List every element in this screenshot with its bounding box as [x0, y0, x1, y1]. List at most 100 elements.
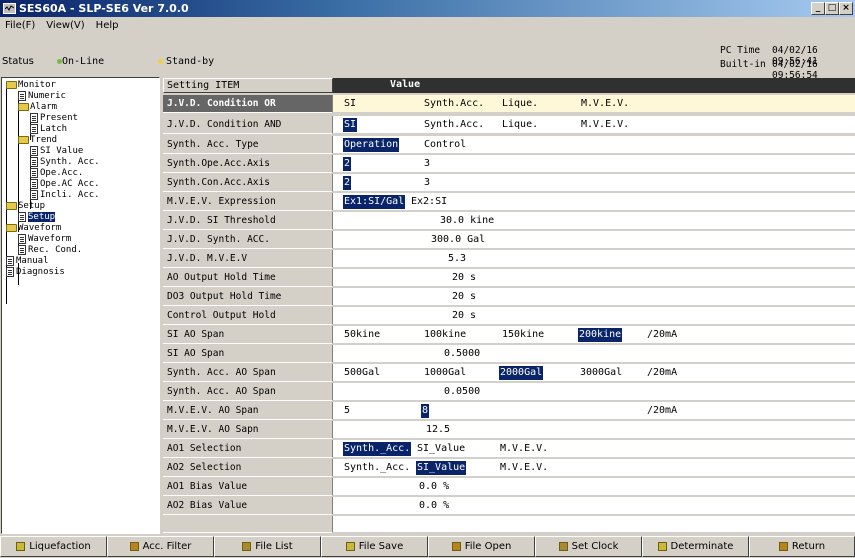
menu-file[interactable]: File(F) [0, 20, 41, 31]
tree-item-numeric[interactable]: Numeric [18, 90, 66, 101]
grid-row[interactable]: SI AO Span 0.5000 [163, 345, 855, 363]
f5-file-open-button[interactable]: File Open [428, 536, 535, 557]
grid-row[interactable]: Synth. Acc. AO Span 500Gal 1000Gal 2000G… [163, 364, 855, 382]
value-cell-selected[interactable]: 8 [421, 404, 430, 418]
option-cell[interactable]: M.V.E.V. [499, 442, 549, 456]
grid-row[interactable]: J.V.D. M.V.E.V 5.3 [163, 250, 855, 268]
option-cell-selected[interactable]: SI [343, 118, 358, 132]
option-cell[interactable]: 50kine [343, 328, 381, 342]
grid-row[interactable]: M.V.E.V. AO Span 5 8 /20mA [163, 402, 855, 420]
tree-item-rec-cond[interactable]: Rec. Cond. [18, 244, 82, 255]
option-cell[interactable]: 1000Gal [423, 366, 467, 380]
menu-view[interactable]: View(V) [41, 20, 90, 31]
tree-item-manual[interactable]: Manual [6, 255, 49, 266]
value-cell[interactable]: 0.0 % [418, 499, 450, 513]
tree-item-setup[interactable]: Setup [6, 200, 45, 211]
grid-row[interactable]: Synth.Con.Acc.Axis 2 3 [163, 174, 855, 192]
option-cell[interactable]: Synth.Acc. [423, 118, 485, 132]
value-cell[interactable]: 5.3 [447, 252, 467, 266]
tree-item-latch[interactable]: Latch [30, 123, 67, 134]
f3-file-list-button[interactable]: File List [214, 536, 321, 557]
f4-file-save-button[interactable]: File Save [321, 536, 428, 557]
grid-row[interactable]: AO Output Hold Time 20 s [163, 269, 855, 287]
option-cell[interactable]: 3 [423, 176, 431, 190]
grid-row[interactable]: Synth.Ope.Acc.Axis 2 3 [163, 155, 855, 173]
value-cell[interactable]: 0.0 % [418, 480, 450, 494]
value-cell[interactable]: 300.0 Gal [430, 233, 486, 247]
option-cell[interactable]: SI_Value [416, 442, 466, 456]
option-cell[interactable]: 150kine [501, 328, 545, 342]
value-cell[interactable]: 20 s [451, 309, 477, 323]
f6-set-clock-button[interactable]: Set Clock [535, 536, 642, 557]
option-cell[interactable]: M.V.E.V. [580, 118, 630, 132]
option-cell[interactable]: Lique. [501, 97, 539, 111]
option-cell[interactable]: M.V.E.V. [580, 97, 630, 111]
option-cell[interactable]: Synth.Acc. [423, 97, 485, 111]
grid-row[interactable]: J.V.D. Condition OR SI Synth.Acc. Lique.… [163, 95, 855, 113]
option-cell[interactable]: Synth._Acc. [343, 461, 411, 475]
value-cell[interactable]: 20 s [451, 271, 477, 285]
grid-row[interactable]: Synth. Acc. AO Span 0.0500 [163, 383, 855, 401]
option-cell[interactable]: SI [343, 97, 357, 111]
option-cell[interactable]: 500Gal [343, 366, 381, 380]
tree-item-ope-acc[interactable]: Ope.Acc. [30, 167, 83, 178]
grid-row[interactable]: M.V.E.V. AO Sapn 12.5 [163, 421, 855, 439]
grid-row[interactable]: M.V.E.V. Expression Ex1:SI/Gal Ex2:SI [163, 193, 855, 211]
tree-item-waveform[interactable]: Waveform [6, 222, 61, 233]
tree-item-waveform-child[interactable]: Waveform [18, 233, 71, 244]
tree-item-monitor[interactable]: Monitor [6, 79, 56, 90]
tree-item-setup-selected[interactable]: Setup [18, 211, 56, 222]
option-cell-selected[interactable]: SI_Value [416, 461, 467, 475]
option-cell[interactable]: M.V.E.V. [499, 461, 549, 475]
value-cell[interactable]: 20 s [451, 290, 477, 304]
f2-acc-filter-button[interactable]: Acc. Filter [107, 536, 214, 557]
value-cell[interactable]: 0.5000 [443, 347, 481, 361]
grid-row[interactable]: Synth. Acc. Type Operation Control [163, 136, 855, 154]
grid-row[interactable]: AO1 Bias Value 0.0 % [163, 478, 855, 496]
folder-open-icon [6, 201, 17, 210]
option-cell-selected[interactable]: 200kine [578, 328, 623, 342]
option-cell[interactable]: 100kine [423, 328, 467, 342]
tree-item-diagnosis[interactable]: Diagnosis [6, 266, 65, 277]
option-cell-selected[interactable]: 2 [343, 157, 352, 171]
tree-item-trend[interactable]: Trend [18, 134, 57, 145]
grid-row[interactable]: DO3 Output Hold Time 20 s [163, 288, 855, 306]
option-cell[interactable]: Ex2:SI [410, 195, 448, 209]
tree-item-present[interactable]: Present [30, 112, 78, 123]
tree-item-synth-acc[interactable]: Synth. Acc. [30, 156, 100, 167]
option-cell-selected[interactable]: 2000Gal [499, 366, 544, 380]
option-cell[interactable]: Control [423, 138, 467, 152]
tree-item-alarm[interactable]: Alarm [18, 101, 57, 112]
setting-item-label: Synth. Acc. AO Span [163, 364, 333, 382]
value-cell[interactable]: 5 [343, 404, 351, 418]
tree-item-si-value[interactable]: SI Value [30, 145, 83, 156]
option-cell-selected[interactable]: Operation [343, 138, 400, 152]
option-cell[interactable]: 3000Gal [579, 366, 623, 380]
minimize-button[interactable]: _ [811, 2, 825, 15]
f8-return-button[interactable]: Return [749, 536, 855, 557]
grid-row[interactable]: J.V.D. SI Threshold 30.0 kine [163, 212, 855, 230]
f7-determinate-button[interactable]: Determinate [642, 536, 749, 557]
value-cell[interactable]: 30.0 kine [439, 214, 495, 228]
menu-help[interactable]: Help [91, 20, 125, 31]
tree-item-ope-ac-acc[interactable]: Ope.AC Acc. [30, 178, 100, 189]
grid-row[interactable]: AO1 Selection Synth._Acc. SI_Value M.V.E… [163, 440, 855, 458]
grid-row[interactable]: SI AO Span 50kine 100kine 150kine 200kin… [163, 326, 855, 344]
value-cell[interactable]: 0.0500 [443, 385, 481, 399]
grid-row[interactable]: J.V.D. Condition AND SI Synth.Acc. Lique… [163, 116, 855, 134]
grid-row[interactable]: AO2 Bias Value 0.0 % [163, 497, 855, 515]
grid-row[interactable]: Control Output Hold 20 s [163, 307, 855, 325]
option-cell[interactable]: 3 [423, 157, 431, 171]
option-cell[interactable]: Lique. [501, 118, 539, 132]
grid-row[interactable]: J.V.D. Synth. ACC. 300.0 Gal [163, 231, 855, 249]
grid-row[interactable]: AO2 Selection Synth._Acc. SI_Value M.V.E… [163, 459, 855, 477]
option-cell-selected[interactable]: Ex1:SI/Gal [343, 195, 406, 209]
maximize-button[interactable]: □ [825, 2, 839, 15]
option-cell-selected[interactable]: Synth._Acc. [343, 442, 412, 456]
close-button[interactable]: × [839, 2, 853, 15]
value-cell[interactable]: 12.5 [425, 423, 451, 437]
option-cell-selected[interactable]: 2 [343, 176, 352, 190]
app-icon[interactable] [3, 3, 16, 14]
tree-item-incli-acc[interactable]: Incli. Acc. [30, 189, 100, 200]
f1-liquefaction-button[interactable]: Liquefaction [0, 536, 107, 557]
